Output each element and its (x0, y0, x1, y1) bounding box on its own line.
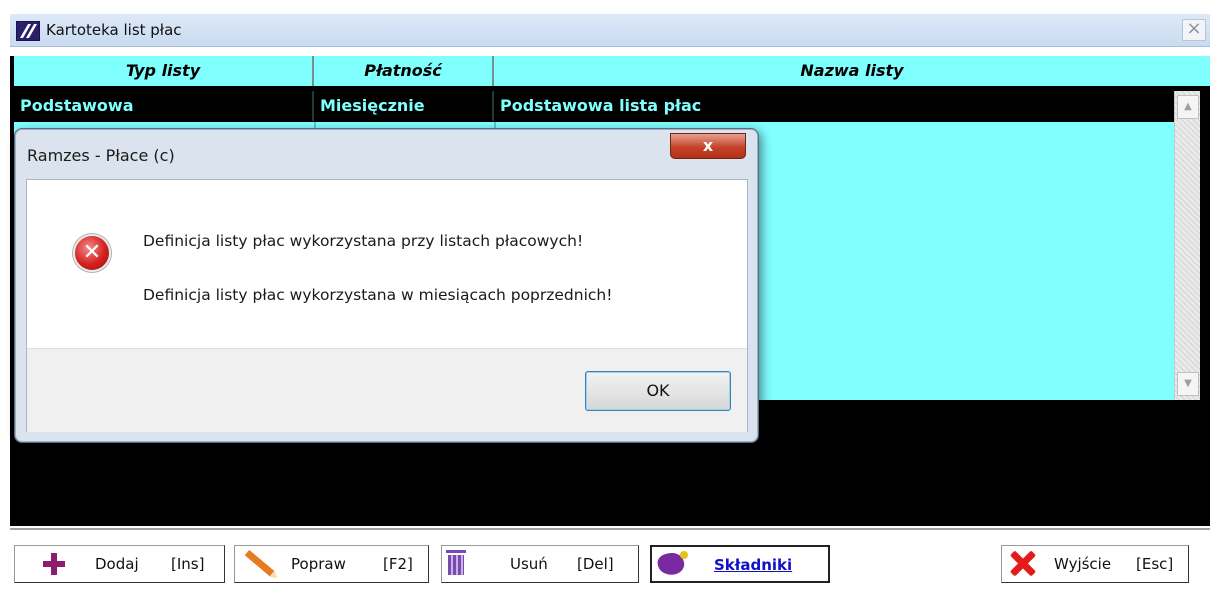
exit-button[interactable]: Wyjście [Esc] (1001, 545, 1189, 583)
window-title: Kartoteka list płac (46, 21, 182, 39)
components-button-label: Składniki (714, 556, 793, 574)
cell-platnosc: Miesięcznie (314, 91, 494, 121)
components-button[interactable]: Składniki (650, 545, 830, 583)
toolbar-divider (10, 528, 1210, 530)
components-dot-icon (680, 551, 688, 559)
column-header-platnosc[interactable]: Płatność (314, 56, 494, 86)
column-header-typ-listy[interactable]: Typ listy (14, 56, 314, 86)
exit-button-label: Wyjście (1054, 555, 1112, 573)
dialog-close-button[interactable]: x (670, 133, 746, 159)
scroll-up-button[interactable]: ▲ (1177, 95, 1199, 119)
table-row-selected[interactable]: Podstawowa Miesięcznie Podstawowa lista … (14, 91, 1174, 121)
edit-button-label: Popraw (291, 555, 346, 573)
add-button[interactable]: Dodaj [Ins] (14, 545, 225, 583)
delete-button[interactable]: Usuń [Del] (441, 545, 639, 583)
add-button-shortcut: [Ins] (171, 555, 205, 573)
app-logo-icon (16, 21, 40, 41)
cell-typ-listy: Podstawowa (14, 91, 314, 121)
vertical-scrollbar[interactable]: ▲ ▼ (1174, 91, 1200, 400)
dialog-title: Ramzes - Płace (c) (27, 146, 175, 165)
dialog-message-2: Definicja listy płac wykorzystana w mies… (143, 286, 613, 304)
window-close-button[interactable]: × (1182, 19, 1206, 41)
cell-nazwa-listy: Podstawowa lista płac (500, 96, 702, 115)
dialog-content: ✕ Definicja listy płac wykorzystana przy… (26, 179, 748, 432)
delete-button-label: Usuń (510, 555, 548, 573)
delete-button-shortcut: [Del] (577, 555, 614, 573)
column-header-nazwa-listy[interactable]: Nazwa listy (494, 56, 1210, 86)
add-button-label: Dodaj (95, 555, 139, 573)
scroll-down-button[interactable]: ▼ (1177, 372, 1199, 396)
dialog-message-1: Definicja listy płac wykorzystana przy l… (143, 232, 584, 250)
error-dialog: Ramzes - Płace (c) x ✕ Definicja listy p… (14, 128, 759, 443)
window-title-bar: Kartoteka list płac × (10, 14, 1210, 47)
grid-header: Typ listy Płatność Nazwa listy (14, 56, 1210, 86)
ok-button[interactable]: OK (585, 371, 731, 411)
trash-icon (446, 550, 466, 553)
edit-button[interactable]: Popraw [F2] (234, 545, 429, 583)
exit-button-shortcut: [Esc] (1136, 555, 1174, 573)
trash-body-icon (448, 555, 464, 575)
plus-icon-vertical (51, 553, 57, 575)
edit-button-shortcut: [F2] (383, 555, 413, 573)
error-icon: ✕ (73, 234, 111, 272)
